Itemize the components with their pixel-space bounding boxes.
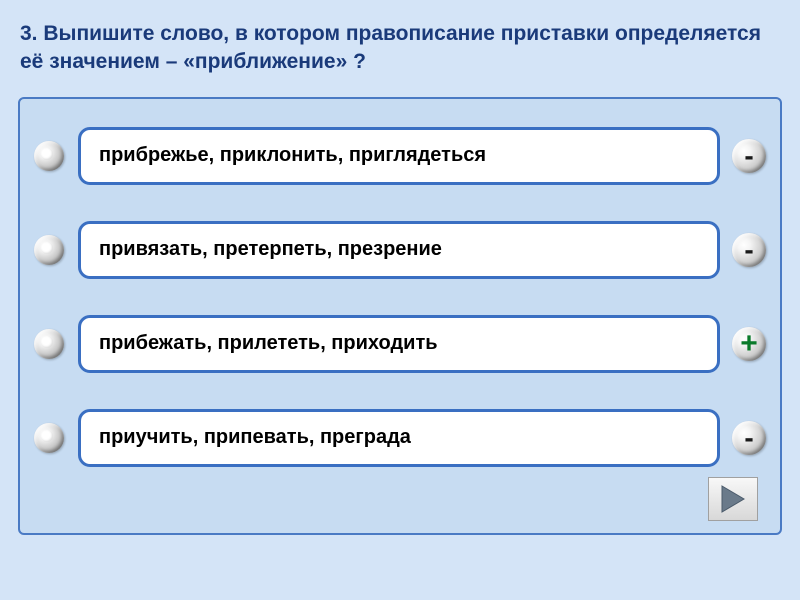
- option-row: прибежать, прилететь, приходить +: [34, 315, 766, 373]
- result-mark-2: -: [732, 233, 766, 267]
- answer-text-1[interactable]: прибрежье, приклонить, приглядеться: [78, 127, 720, 185]
- answer-text-4[interactable]: приучить, припевать, преграда: [78, 409, 720, 467]
- radio-button-2[interactable]: [34, 235, 64, 265]
- option-row: прибрежье, приклонить, приглядеться -: [34, 127, 766, 185]
- result-mark-3: +: [732, 327, 766, 361]
- result-mark-1: -: [732, 139, 766, 173]
- play-icon: [720, 484, 746, 514]
- question-text: 3. Выпишите слово, в котором правописани…: [18, 20, 782, 77]
- answer-text-3[interactable]: прибежать, прилететь, приходить: [78, 315, 720, 373]
- next-button[interactable]: [708, 477, 758, 521]
- option-row: приучить, припевать, преграда -: [34, 409, 766, 467]
- radio-button-1[interactable]: [34, 141, 64, 171]
- result-mark-4: -: [732, 421, 766, 455]
- radio-button-3[interactable]: [34, 329, 64, 359]
- answer-text-2[interactable]: привязать, претерпеть, презрение: [78, 221, 720, 279]
- quiz-container: прибрежье, приклонить, приглядеться - пр…: [18, 97, 782, 535]
- radio-button-4[interactable]: [34, 423, 64, 453]
- option-row: привязать, претерпеть, презрение -: [34, 221, 766, 279]
